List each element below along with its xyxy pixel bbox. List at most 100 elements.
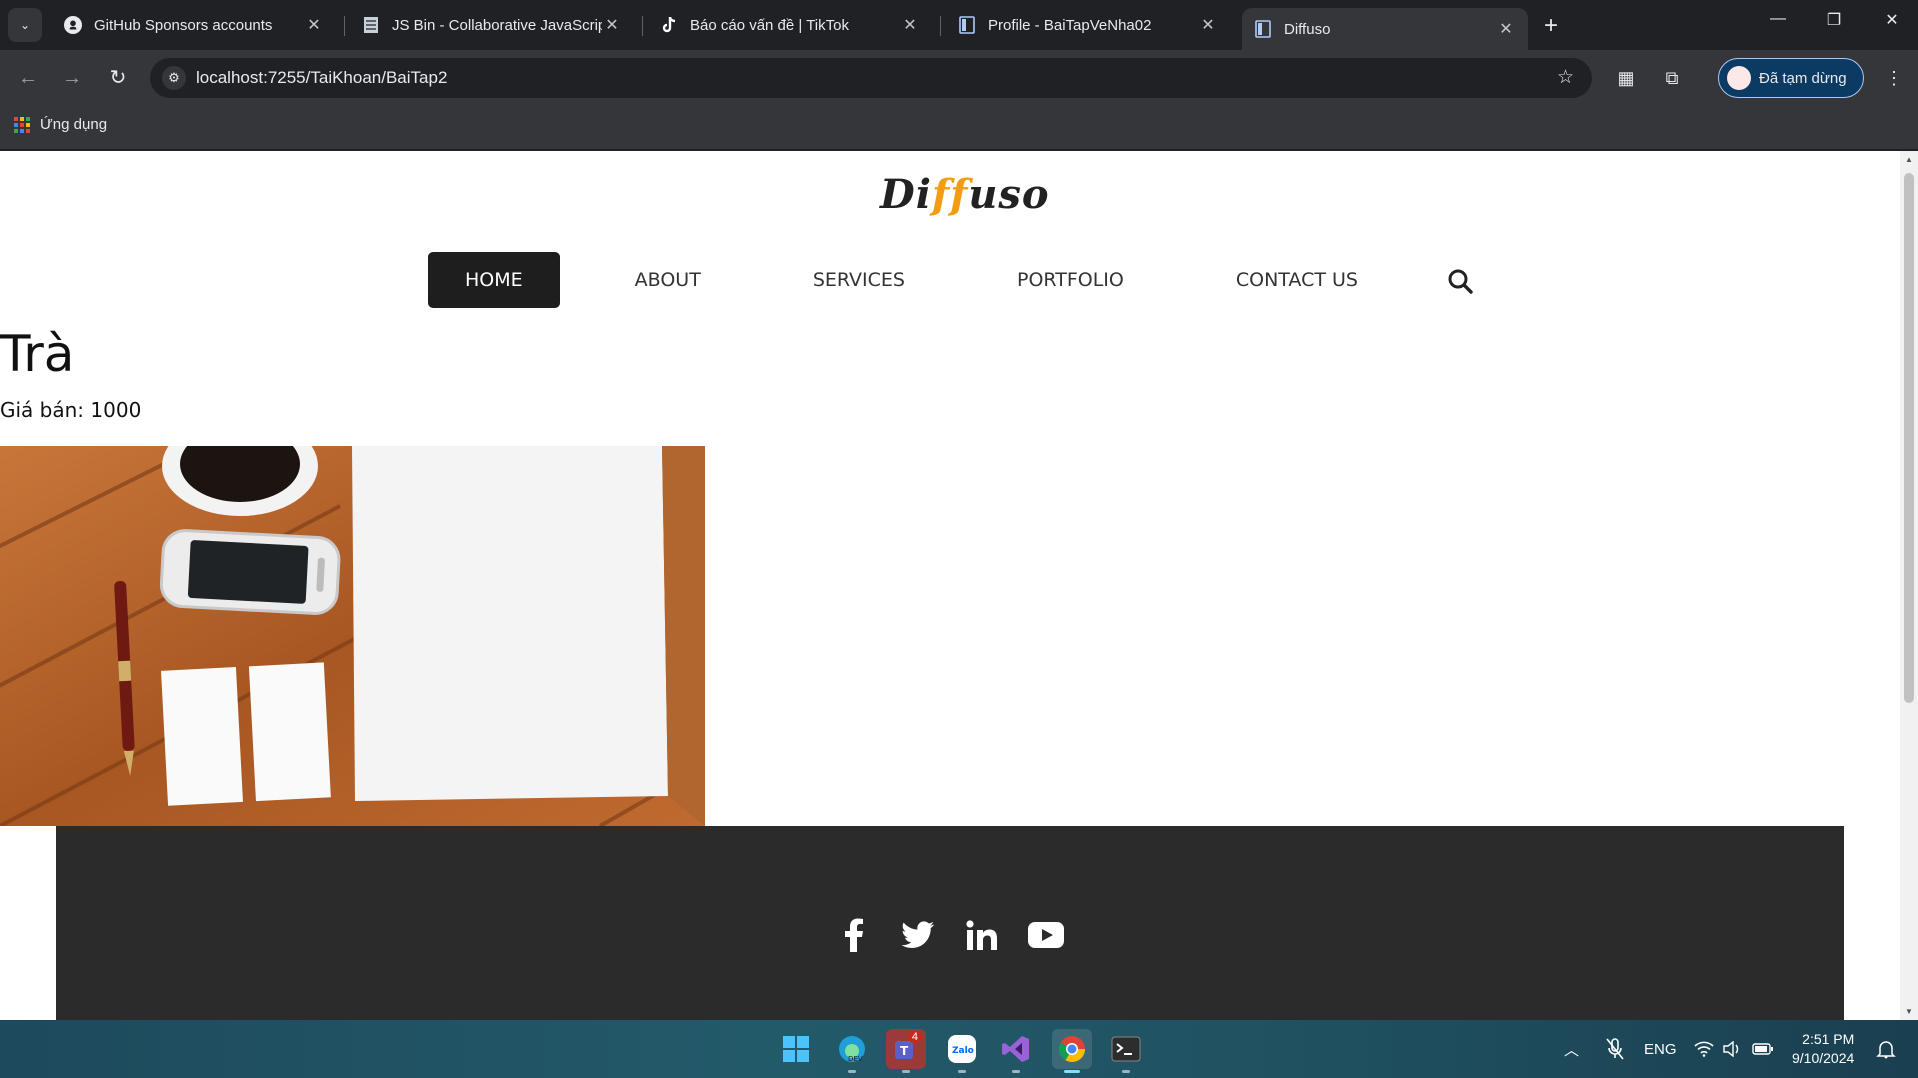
nav-contact[interactable]: CONTACT US (1199, 252, 1395, 308)
nav-portfolio[interactable]: PORTFOLIO (980, 252, 1161, 308)
twitter-icon[interactable] (899, 916, 937, 954)
taskbar: DEV T 4 Zalo ︿ ENG 2:51 PM 9/10/2024 (0, 1020, 1918, 1078)
battery-icon[interactable] (1752, 1020, 1774, 1078)
nav-home[interactable]: HOME (428, 252, 560, 308)
tab-title: Diffuso (1284, 20, 1331, 38)
tab-title: GitHub Sponsors accounts (94, 16, 273, 34)
close-window-button[interactable]: ✕ (1872, 10, 1912, 30)
back-button[interactable]: ← (14, 64, 42, 92)
page-scrollbar[interactable]: ▲ ▼ (1900, 151, 1918, 1020)
tab-tiktok[interactable]: Báo cáo vấn đề | TikTok ✕ (648, 8, 932, 42)
logo-suffix: uso (968, 171, 1050, 218)
url-text[interactable]: localhost:7255/TaiKhoan/BaiTap2 (196, 68, 447, 88)
profile-label: Đã tạm dừng (1759, 69, 1847, 87)
avatar (1727, 66, 1751, 90)
logo-prefix: Di (880, 171, 932, 218)
scroll-down-arrow[interactable]: ▼ (1900, 1007, 1918, 1016)
search-icon[interactable] (1447, 268, 1473, 294)
logo-accent: ff (931, 171, 969, 218)
product-image (0, 446, 705, 826)
close-icon[interactable]: ✕ (304, 15, 324, 35)
main-nav: HOME ABOUT SERVICES PORTFOLIO CONTACT US (428, 252, 1433, 308)
notification-icon[interactable] (1876, 1020, 1896, 1078)
product-name: Trà (0, 325, 75, 383)
mic-muted-icon[interactable] (1600, 1020, 1630, 1078)
tab-profile[interactable]: Profile - BaiTapVeNha02 ✕ (946, 8, 1230, 42)
notification-badge: 4 (907, 1031, 922, 1043)
teams-icon[interactable]: T 4 (886, 1029, 926, 1073)
nav-services[interactable]: SERVICES (776, 252, 942, 308)
restore-button[interactable]: ❐ (1814, 10, 1854, 30)
tab-title: Báo cáo vấn đề | TikTok (690, 16, 849, 34)
language-indicator[interactable]: ENG (1644, 1020, 1677, 1078)
svg-text:T: T (900, 1044, 909, 1058)
tiktok-icon (660, 16, 678, 34)
chrome-icon[interactable] (1052, 1029, 1092, 1073)
zalo-icon[interactable]: Zalo (942, 1029, 982, 1073)
bookmarks-bar: Ứng dụng (0, 106, 1918, 150)
linkedin-icon[interactable] (963, 916, 1001, 954)
apps-bookmark[interactable]: Ứng dụng (14, 116, 107, 133)
terminal-icon[interactable] (1106, 1029, 1146, 1073)
running-indicator (1012, 1070, 1020, 1073)
tab-title: Profile - BaiTapVeNha02 (988, 16, 1152, 34)
qr-code-icon[interactable]: ▦ (1614, 66, 1638, 90)
site-info-icon[interactable]: ⚙ (162, 66, 186, 90)
visual-studio-icon[interactable] (996, 1029, 1036, 1073)
minimize-button[interactable]: — (1758, 10, 1798, 28)
new-tab-button[interactable]: + (1544, 12, 1558, 40)
edge-dev-icon[interactable]: DEV (832, 1029, 872, 1073)
volume-icon[interactable] (1722, 1020, 1742, 1078)
tab-separator (940, 16, 941, 36)
forward-button[interactable]: → (58, 64, 86, 92)
svg-text:Zalo: Zalo (952, 1046, 974, 1056)
product-price: Giá bán: 1000 (0, 398, 142, 422)
browser-toolbar: ← → ↻ ⚙ localhost:7255/TaiKhoan/BaiTap2 … (0, 50, 1918, 106)
running-indicator (1122, 1070, 1130, 1073)
close-icon[interactable]: ✕ (1198, 15, 1218, 35)
scroll-thumb[interactable] (1904, 173, 1914, 703)
bookmark-star-icon[interactable]: ☆ (1557, 66, 1574, 89)
page-icon (958, 16, 976, 34)
facebook-icon[interactable] (835, 916, 873, 954)
clock-time: 2:51 PM (1802, 1031, 1855, 1047)
reload-button[interactable]: ↻ (104, 64, 132, 92)
apps-grid-icon (14, 116, 30, 133)
tab-separator (344, 16, 345, 36)
extensions-icon[interactable]: ⧉ (1660, 66, 1684, 90)
social-links (56, 916, 1844, 954)
site-footer (56, 826, 1844, 1020)
close-icon[interactable]: ✕ (1496, 19, 1516, 39)
tab-strip: ⌄ GitHub Sponsors accounts ✕ JS Bin - Co… (0, 0, 1918, 50)
address-bar[interactable]: ⚙ localhost:7255/TaiKhoan/BaiTap2 ☆ (150, 58, 1592, 98)
tab-search-button[interactable]: ⌄ (8, 8, 42, 42)
jsbin-icon (362, 16, 380, 34)
close-icon[interactable]: ✕ (602, 15, 622, 35)
tab-jsbin[interactable]: JS Bin - Collaborative JavaScript ✕ (350, 8, 634, 42)
wifi-icon[interactable] (1694, 1020, 1714, 1078)
nav-about[interactable]: ABOUT (598, 252, 738, 308)
page-viewport: Diffuso HOME ABOUT SERVICES PORTFOLIO CO… (0, 151, 1900, 1020)
windows-start-icon[interactable] (776, 1029, 816, 1069)
close-icon[interactable]: ✕ (900, 15, 920, 35)
running-indicator (848, 1070, 856, 1073)
running-indicator (958, 1070, 966, 1073)
page-icon (1254, 20, 1272, 38)
svg-text:DEV: DEV (848, 1055, 863, 1063)
youtube-icon[interactable] (1027, 916, 1065, 954)
tab-diffuso[interactable]: Diffuso ✕ (1242, 8, 1528, 50)
clock-date: 9/10/2024 (1792, 1050, 1855, 1066)
site-logo[interactable]: Diffuso (880, 171, 1050, 218)
tab-github[interactable]: GitHub Sponsors accounts ✕ (52, 8, 336, 42)
tab-title: JS Bin - Collaborative JavaScript (392, 16, 602, 34)
github-icon (64, 16, 82, 34)
menu-kebab-icon[interactable]: ⋮ (1882, 66, 1906, 90)
running-indicator (1064, 1070, 1080, 1073)
apps-label: Ứng dụng (40, 116, 108, 133)
profile-button[interactable]: Đã tạm dừng (1718, 58, 1864, 98)
running-indicator (902, 1070, 910, 1073)
tray-overflow-icon[interactable]: ︿ (1564, 1020, 1579, 1078)
system-clock[interactable]: 2:51 PM 9/10/2024 (1792, 1030, 1854, 1068)
tab-separator (642, 16, 643, 36)
scroll-up-arrow[interactable]: ▲ (1900, 155, 1918, 164)
